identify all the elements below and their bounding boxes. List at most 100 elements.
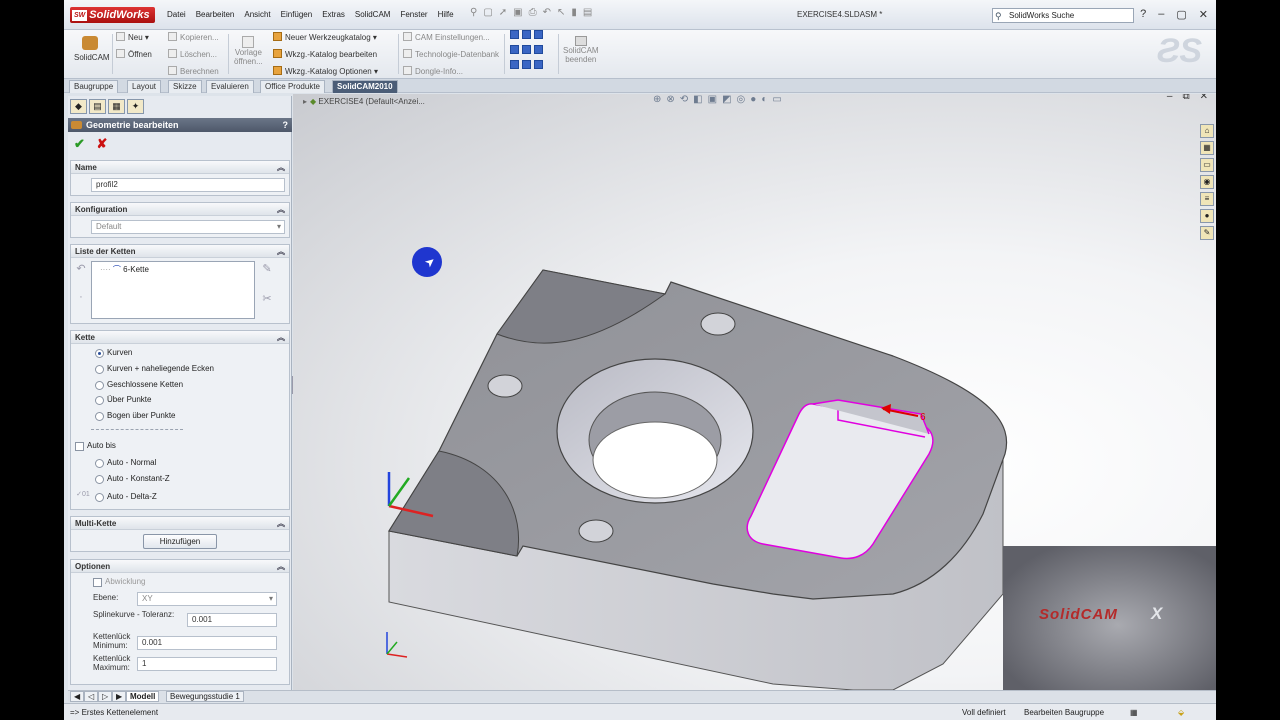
- solidcam-button[interactable]: SolidCAM: [74, 36, 110, 62]
- cancel-x-icon[interactable]: ✘: [97, 136, 108, 151]
- tab-office-produkte[interactable]: Office Produkte: [260, 80, 325, 93]
- kette-header[interactable]: Kette ︽: [71, 331, 289, 344]
- auto-bis-checkbox[interactable]: Auto bis: [75, 441, 116, 451]
- menu-ansicht[interactable]: Ansicht: [244, 10, 270, 19]
- list-item[interactable]: ···· ⌒ 6-Kette: [100, 264, 149, 275]
- radio-auto-normal[interactable]: Auto - Normal: [95, 458, 156, 468]
- radio-kurven-ecken[interactable]: Kurven + naheliegende Ecken: [95, 364, 214, 374]
- technologie-datenbank-button[interactable]: Technologie-Datenbank: [403, 49, 499, 59]
- cam-view-icon[interactable]: [522, 60, 531, 69]
- wkzg-katalog-bearbeiten-button[interactable]: Wkzg.-Katalog bearbeiten: [273, 49, 377, 59]
- cam-view-icon[interactable]: [510, 45, 519, 54]
- search-input[interactable]: ⚲ SolidWorks Suche: [992, 8, 1134, 23]
- help-button[interactable]: ?: [283, 118, 289, 132]
- dongle-info-button[interactable]: Dongle-Info...: [403, 66, 463, 76]
- neu-button[interactable]: Neu ▾: [116, 32, 149, 42]
- hinzufuegen-button[interactable]: Hinzufügen: [143, 534, 217, 549]
- menu-extras[interactable]: Extras: [322, 10, 345, 19]
- collapse-icon[interactable]: ︽: [277, 203, 285, 216]
- tab-bewegungsstudie[interactable]: Bewegungsstudie 1: [166, 691, 244, 702]
- collapse-icon[interactable]: ︽: [277, 560, 285, 573]
- select-icon[interactable]: ↖: [557, 7, 565, 18]
- nav-first-icon[interactable]: ◀: [70, 691, 85, 702]
- notification-icon[interactable]: ⬙: [1178, 705, 1184, 720]
- cam-view-icon[interactable]: [510, 30, 519, 39]
- tab-solidcam2010[interactable]: SolidCAM2010: [332, 80, 398, 93]
- print-icon[interactable]: ⎙: [529, 7, 537, 18]
- ketten-list-header[interactable]: Liste der Ketten ︽: [71, 245, 289, 258]
- radio-auto-konstant-z[interactable]: Auto - Konstant-Z: [95, 474, 170, 484]
- ebene-select[interactable]: XY: [137, 592, 277, 606]
- radio-ueber-punkte[interactable]: Über Punkte: [95, 395, 151, 405]
- radio-geschlossene-ketten[interactable]: Geschlossene Ketten: [95, 380, 183, 390]
- radio-bogen-ueber-punkte[interactable]: Bogen über Punkte: [95, 411, 176, 421]
- options-icon[interactable]: ▤: [583, 7, 592, 18]
- rebuild-icon[interactable]: ▮: [571, 7, 577, 18]
- undo-icon[interactable]: ↶: [543, 7, 551, 18]
- ok-check-icon[interactable]: ✔: [74, 136, 85, 151]
- tab-layout[interactable]: Layout: [127, 80, 162, 93]
- menu-solidcam[interactable]: SolidCAM: [355, 10, 391, 19]
- abwicklung-checkbox[interactable]: Abwicklung: [93, 577, 145, 587]
- collapse-icon[interactable]: ︽: [277, 161, 285, 174]
- menu-fenster[interactable]: Fenster: [400, 10, 427, 19]
- menu-bearbeiten[interactable]: Bearbeiten: [196, 10, 235, 19]
- name-section-header[interactable]: Name ︽: [71, 161, 289, 174]
- close-icon[interactable]: ✕: [1199, 8, 1208, 21]
- tab-baugruppe[interactable]: Baugruppe: [69, 80, 119, 93]
- konfiguration-select[interactable]: Default: [91, 220, 285, 234]
- cam-view-icon[interactable]: [534, 45, 543, 54]
- maximize-icon[interactable]: ▢: [1176, 8, 1186, 21]
- loeschen-button[interactable]: Löschen...: [168, 49, 217, 59]
- kopieren-button[interactable]: Kopieren...: [168, 32, 219, 42]
- menu-hilfe[interactable]: Hilfe: [438, 10, 454, 19]
- tab-evaluieren[interactable]: Evaluieren: [206, 80, 254, 93]
- radio-kurven[interactable]: Kurven: [95, 348, 132, 358]
- cam-view-icon[interactable]: [534, 30, 543, 39]
- property-tab-icon[interactable]: ▤: [89, 99, 106, 114]
- nav-prev-icon[interactable]: ◁: [84, 691, 99, 702]
- solidcam-tab-icon[interactable]: ✦: [127, 99, 144, 114]
- undo-chain-icon[interactable]: ↶: [73, 261, 89, 277]
- cam-view-icon[interactable]: [522, 30, 531, 39]
- collapse-icon[interactable]: ︽: [277, 517, 285, 530]
- save-icon[interactable]: ▣: [513, 7, 522, 18]
- minimize-icon[interactable]: –: [1158, 8, 1164, 21]
- oeffnen-button[interactable]: Öffnen: [116, 49, 152, 59]
- delete-chain-icon[interactable]: ✂: [259, 291, 275, 307]
- multi-kette-header[interactable]: Multi-Kette ︽: [71, 517, 289, 530]
- cam-view-icon[interactable]: [522, 45, 531, 54]
- menu-datei[interactable]: Datei: [167, 10, 186, 19]
- berechnen-button[interactable]: Berechnen: [168, 66, 219, 76]
- ketten-listbox[interactable]: ···· ⌒ 6-Kette: [91, 261, 255, 319]
- cam-einstellungen-button[interactable]: CAM Einstellungen...: [403, 32, 490, 42]
- menu-einfuegen[interactable]: Einfügen: [281, 10, 313, 19]
- name-field[interactable]: profil2: [91, 178, 285, 192]
- cam-view-icon[interactable]: [534, 60, 543, 69]
- new-document-icon[interactable]: ▢: [483, 7, 492, 18]
- neuer-werkzeugkatalog-button[interactable]: Neuer Werkzeugkatalog ▾: [273, 32, 377, 42]
- solidcam-beenden-button[interactable]: SolidCAM beenden: [563, 36, 599, 64]
- nav-last-icon[interactable]: ▶: [112, 691, 127, 702]
- gap-maximum-input[interactable]: 1: [137, 657, 277, 671]
- open-icon[interactable]: ➚: [499, 7, 507, 18]
- spline-tolerance-input[interactable]: 0.001: [187, 613, 277, 627]
- vorlage-oeffnen-button[interactable]: Vorlage öffnen...: [234, 36, 263, 66]
- config-tab-icon[interactable]: ▦: [108, 99, 125, 114]
- rebuild-status-icon[interactable]: ▦: [1130, 705, 1138, 720]
- radio-auto-delta-z[interactable]: Auto - Delta-Z: [95, 492, 157, 502]
- wkzg-katalog-optionen-button[interactable]: Wkzg.-Katalog Optionen ▾: [273, 66, 378, 76]
- tab-skizze[interactable]: Skizze: [168, 80, 202, 93]
- collapse-icon[interactable]: ︽: [277, 331, 285, 344]
- solidworks-logo[interactable]: SW SolidWorks: [70, 7, 155, 23]
- gap-minimum-input[interactable]: 0.001: [137, 636, 277, 650]
- pin-icon[interactable]: ⚲: [470, 7, 477, 18]
- edit-chain-icon[interactable]: ✎: [259, 261, 275, 277]
- feature-tree-tab-icon[interactable]: ◆: [70, 99, 87, 114]
- nav-next-icon[interactable]: ▷: [98, 691, 113, 702]
- help-icon[interactable]: ?: [1140, 8, 1146, 21]
- tab-modell[interactable]: Modell: [126, 691, 160, 702]
- collapse-icon[interactable]: ︽: [277, 245, 285, 258]
- optionen-header[interactable]: Optionen ︽: [71, 560, 289, 573]
- graphics-viewport[interactable]: ▸ ◆ EXERCISE4 (Default<Anzei... ⊕ ⊗ ⟲ ◧ ▣…: [293, 94, 1216, 690]
